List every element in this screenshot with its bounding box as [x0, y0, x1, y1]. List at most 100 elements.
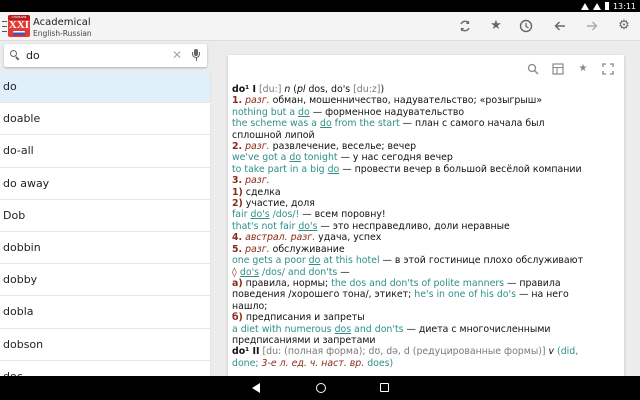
table-icon[interactable]	[552, 63, 564, 75]
status-icons: 13:11	[580, 0, 636, 12]
forward-arrow-icon[interactable]	[585, 19, 599, 33]
entry-header: do¹ I [du:] n (pl dos, do's [du:z])	[232, 84, 620, 95]
example-text: nothing but a	[232, 106, 299, 118]
app-title: Academical	[33, 17, 91, 28]
subsense-number: 2)	[232, 198, 243, 210]
example-line: the scheme was a do from the start — пла…	[232, 118, 620, 129]
flag-icon	[13, 31, 25, 36]
list-item[interactable]: dobson	[0, 329, 210, 361]
translation: удача, успех	[315, 232, 382, 244]
refresh-icon[interactable]	[458, 19, 472, 33]
example-text: from the start	[331, 118, 400, 130]
subsense-line: а) правила, нормы; the dos and don'ts of…	[232, 278, 620, 289]
keyword-link[interactable]: do	[328, 164, 340, 175]
battery-icon	[604, 2, 609, 10]
keyword-link[interactable]: dos	[335, 324, 352, 335]
microphone-icon[interactable]	[192, 49, 200, 61]
fullscreen-icon[interactable]	[602, 63, 614, 75]
list-item[interactable]: do-all	[0, 135, 210, 168]
example-text: the dos and don'ts of polite manners	[331, 277, 505, 289]
list-item[interactable]: Dob	[0, 200, 210, 232]
example-translation: — всем поровну!	[299, 209, 386, 221]
status-time: 13:11	[612, 1, 636, 11]
example-text: he's in one of his do's	[414, 289, 516, 301]
back-icon[interactable]	[252, 383, 260, 393]
list-item[interactable]: dobbin	[0, 232, 210, 265]
app-bar: СЛОВАРИ XXI Academical English-Russian ★…	[0, 12, 640, 41]
search-box[interactable]: ✕	[4, 44, 207, 67]
example-text: and don'ts	[351, 323, 404, 335]
usage-label: разг.	[242, 243, 270, 255]
keyword-link[interactable]: do	[309, 255, 321, 266]
list-item[interactable]: do away	[0, 168, 210, 200]
app-logo[interactable]: СЛОВАРИ XXI	[8, 15, 30, 37]
example-text: fair	[232, 209, 251, 221]
sense-line: 3. разг.	[232, 175, 620, 186]
keyword-link[interactable]: do's	[251, 209, 270, 220]
clear-icon[interactable]: ✕	[172, 47, 182, 63]
list-item[interactable]: dobla	[0, 296, 210, 329]
word-list[interactable]: do doable do-all do away Dob dobbin dobb…	[0, 71, 211, 376]
grammar-plural: pl	[296, 84, 306, 95]
back-arrow-icon[interactable]	[553, 19, 567, 33]
keyword-link[interactable]: do's	[240, 267, 259, 278]
settings-icon[interactable]: ⚙	[617, 19, 631, 33]
usage-label: разг.	[242, 141, 270, 153]
example-translation: — это несправедливо, доли неравные	[317, 220, 510, 232]
part-of-speech: v	[545, 346, 555, 358]
example-translation: — план с самого начала был	[399, 118, 545, 130]
list-item[interactable]: do	[0, 71, 210, 104]
dictionary-article: do¹ I [du:] n (pl dos, do's [du:z]) 1. р…	[232, 84, 620, 369]
example-line: предписаниями и запретами	[232, 335, 620, 346]
search-icon[interactable]	[527, 63, 539, 75]
favorite-icon[interactable]: ★	[577, 63, 589, 75]
idiom-line: ◊ do's /dos/ and don'ts —	[232, 267, 620, 278]
star-icon[interactable]: ★	[489, 19, 503, 33]
example-translation: — у нас сегодня вечер	[337, 152, 453, 164]
example-translation: — правила	[504, 277, 561, 289]
subsense-number: 1)	[232, 186, 243, 198]
sense-line: 2. разг. развлечение, веселье; вечер	[232, 141, 620, 152]
translation: предписания и запреты	[242, 312, 365, 324]
usage-label: 3-е л. ед. ч. наст. вр.	[261, 357, 365, 369]
search-icon	[10, 50, 20, 61]
translation: участие, доля	[242, 198, 315, 210]
idiom-mark: ◊	[232, 266, 240, 278]
example-translation: — форменное надувательство	[309, 106, 465, 118]
wifi-icon	[580, 2, 589, 10]
logo-mark: XXI	[8, 19, 30, 31]
keyword-link[interactable]: do	[289, 152, 301, 163]
keyword-link[interactable]: do	[320, 118, 332, 129]
subsense-line: 2) участие, доля	[232, 198, 620, 209]
keyword-link[interactable]: do	[298, 107, 310, 118]
article-pane: ★ do¹ I [du:] n (pl dos, do's [du:z]) 1.…	[211, 41, 640, 376]
history-icon[interactable]	[519, 19, 533, 33]
dictionary-name: English-Russian	[33, 29, 92, 38]
usage-label: разг.	[242, 95, 270, 107]
example-line: to take part in a big do — провести вече…	[232, 164, 620, 175]
example-text: /dos/!	[269, 209, 300, 221]
signal-icon	[592, 2, 601, 10]
example-line: a diet with numerous dos and don'ts — ди…	[232, 324, 620, 335]
menu-icon[interactable]	[2, 21, 7, 32]
grammar-transcription: [du:z]	[350, 84, 381, 95]
transcription: [du: (полная форма); dʊ, də, d (редуциро…	[259, 346, 546, 358]
usage-label: разг.	[242, 175, 270, 187]
grammar-forms: dos, do's	[305, 84, 351, 95]
home-icon[interactable]	[316, 383, 326, 393]
grammar-close: )	[380, 84, 385, 95]
example-line: сплошной липой	[232, 130, 620, 141]
translation: сделка	[242, 186, 281, 198]
subsense-number: б)	[232, 312, 243, 324]
sense-number: 3.	[232, 175, 243, 187]
list-item[interactable]: dobby	[0, 264, 210, 297]
example-text: that's not fair	[232, 220, 299, 232]
list-item[interactable]: doc	[0, 361, 210, 376]
example-line: one gets a poor do at this hotel — в это…	[232, 255, 620, 266]
example-text: tonight	[301, 152, 338, 164]
keyword-link[interactable]: do's	[298, 221, 317, 232]
recents-icon[interactable]	[380, 383, 389, 392]
search-input[interactable]	[26, 47, 166, 63]
subsense-line: нашло;	[232, 301, 620, 312]
list-item[interactable]: doable	[0, 103, 210, 136]
